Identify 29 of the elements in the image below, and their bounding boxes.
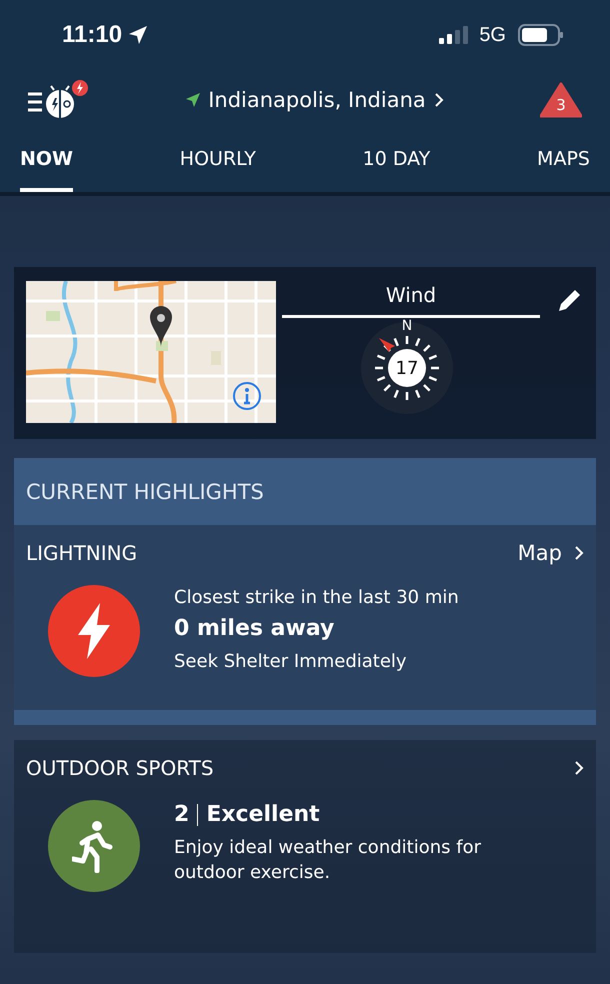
location-arrow-icon (128, 25, 148, 45)
status-time: 11:10 (62, 21, 122, 49)
safety-advice: Seek Shelter Immediately (174, 650, 408, 674)
menu-icon[interactable] (26, 80, 90, 120)
wind-speed: 17 (396, 358, 418, 378)
location-selector[interactable]: Indianapolis, Indiana (186, 88, 444, 112)
sports-score: 2 (174, 802, 190, 827)
tab[interactable]: HOURLY (180, 130, 256, 192)
tab[interactable]: 10 DAY (362, 130, 430, 192)
sports-rating: Excellent (206, 802, 320, 827)
sports-description: Enjoy ideal weather conditions for outdoor exercise. (174, 836, 482, 886)
network-label: 5G (479, 24, 506, 46)
map-link[interactable]: Map (518, 541, 584, 565)
strike-label: Closest strike in the last 30 min (174, 587, 459, 608)
card-title: OUTDOOR SPORTS (26, 756, 214, 780)
chevron-icon (434, 92, 444, 108)
battery-icon (518, 24, 564, 46)
tab[interactable]: MAPS (537, 130, 590, 192)
wind-title: Wind (282, 281, 540, 318)
info-icon[interactable] (232, 381, 262, 411)
location-arrow-icon (186, 93, 200, 107)
signal-icon (439, 26, 470, 44)
chevron-icon (574, 545, 584, 561)
alert-badge[interactable]: 3 (540, 82, 582, 118)
card-title: LIGHTNING (26, 541, 138, 565)
north-label: N (402, 318, 412, 334)
section-header: CURRENT HIGHLIGHTS (14, 458, 596, 525)
strike-distance: 0 miles away (174, 616, 336, 641)
chevron-icon (574, 760, 584, 776)
